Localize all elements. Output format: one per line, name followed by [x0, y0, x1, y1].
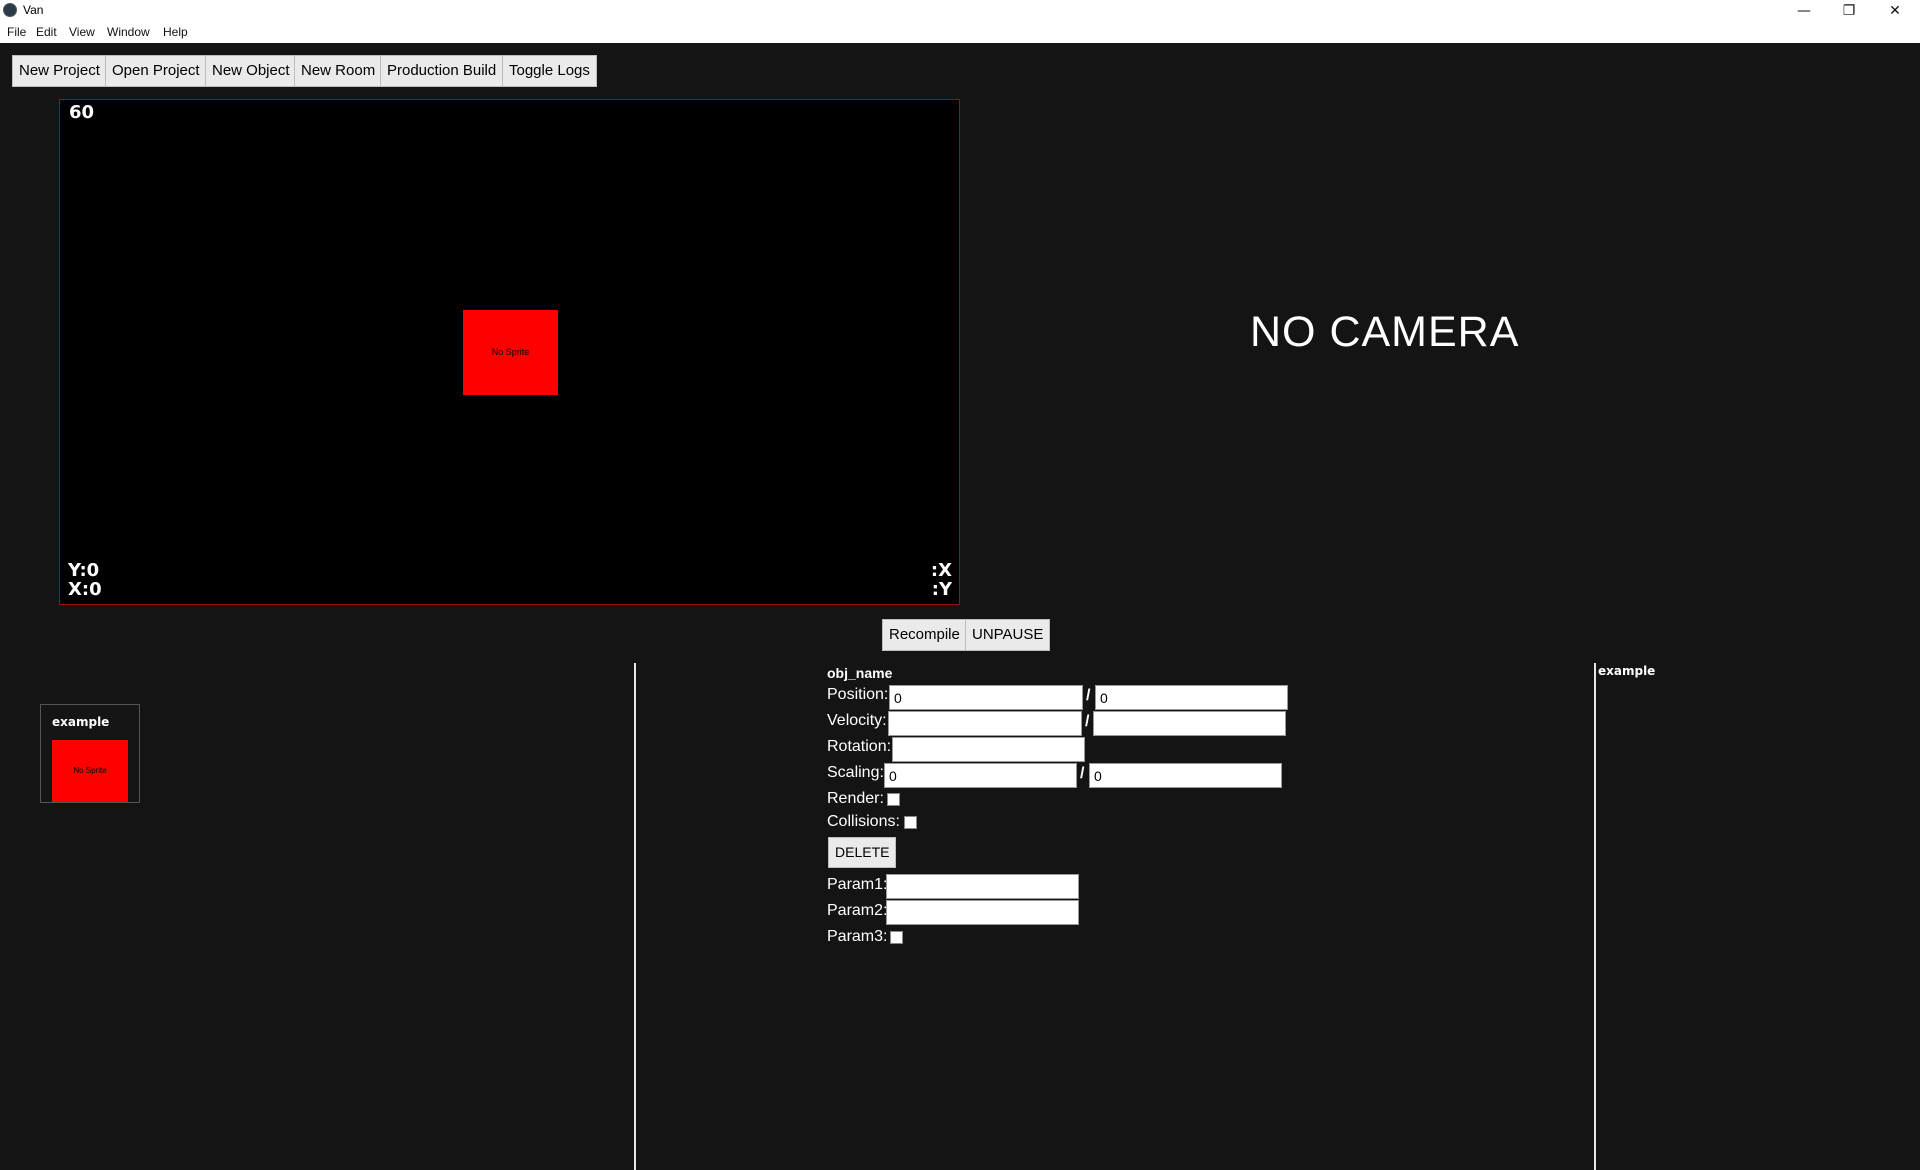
maximize-icon[interactable]: ❐: [1826, 0, 1872, 22]
panel-divider-right[interactable]: [1594, 663, 1596, 1170]
param2-label: Param2:: [827, 902, 888, 919]
coord-x-left: X:0: [68, 579, 102, 600]
rotation-input[interactable]: [892, 737, 1085, 762]
title-bar: Van — ❐ ✕: [0, 0, 1920, 22]
game-viewport[interactable]: 60 No Sprite Y:0 X:0 :X :Y: [59, 99, 960, 605]
new-object-button[interactable]: New Object: [205, 55, 297, 87]
param3-label: Param3:: [827, 928, 888, 945]
collisions-label: Collisions:: [827, 813, 900, 830]
render-checkbox[interactable]: [887, 793, 900, 806]
object-name-title: obj_name: [827, 665, 893, 681]
fps-counter: 60: [69, 102, 95, 123]
scaling-x-input[interactable]: [884, 763, 1077, 788]
unpause-button[interactable]: UNPAUSE: [965, 619, 1051, 651]
menu-window[interactable]: Window: [107, 25, 150, 39]
object-card-sprite: No Sprite: [52, 740, 128, 802]
rotation-label: Rotation:: [827, 738, 892, 755]
coord-y-left: Y:0: [68, 560, 100, 581]
scaling-label: Scaling:: [827, 764, 884, 781]
open-project-button[interactable]: Open Project: [105, 55, 207, 87]
menu-file[interactable]: File: [7, 25, 26, 39]
velocity-x-input[interactable]: [888, 711, 1082, 736]
window-title: Van: [23, 3, 44, 17]
velocity-label: Velocity:: [827, 712, 887, 729]
new-room-button[interactable]: New Room: [294, 55, 383, 87]
menu-help[interactable]: Help: [163, 25, 188, 39]
position-label: Position:: [827, 686, 889, 703]
menu-bar: File Edit View Window Help: [0, 22, 1920, 43]
scaling-y-input[interactable]: [1089, 763, 1282, 788]
param2-input[interactable]: [886, 900, 1079, 925]
collisions-checkbox[interactable]: [904, 816, 917, 829]
delete-button[interactable]: DELETE: [828, 837, 897, 868]
recompile-button[interactable]: Recompile: [882, 619, 967, 651]
app-icon: [3, 3, 17, 17]
scaling-separator: /: [1080, 765, 1085, 782]
viewport-object-sprite[interactable]: No Sprite: [463, 310, 558, 395]
position-y-input[interactable]: [1095, 685, 1288, 710]
coord-y-right: :Y: [931, 579, 952, 600]
close-icon[interactable]: ✕: [1872, 0, 1918, 22]
menu-edit[interactable]: Edit: [36, 25, 57, 39]
minimize-icon[interactable]: —: [1781, 0, 1827, 22]
no-camera-message: NO CAMERA: [1250, 308, 1520, 356]
position-x-input[interactable]: [889, 685, 1083, 710]
new-project-button[interactable]: New Project: [12, 55, 107, 87]
object-card-name: example: [52, 715, 110, 729]
velocity-y-input[interactable]: [1093, 711, 1286, 736]
right-panel-title: example: [1598, 664, 1656, 678]
toggle-logs-button[interactable]: Toggle Logs: [502, 55, 597, 87]
coord-x-right: :X: [930, 560, 952, 581]
panel-divider-left[interactable]: [634, 663, 636, 1170]
param1-input[interactable]: [886, 874, 1079, 899]
position-separator: /: [1086, 687, 1091, 704]
object-card[interactable]: example No Sprite: [40, 704, 140, 803]
production-build-button[interactable]: Production Build: [380, 55, 504, 87]
velocity-separator: /: [1085, 713, 1090, 730]
param1-label: Param1:: [827, 876, 888, 893]
param3-checkbox[interactable]: [890, 931, 903, 944]
menu-view[interactable]: View: [69, 25, 95, 39]
render-label: Render:: [827, 790, 884, 807]
